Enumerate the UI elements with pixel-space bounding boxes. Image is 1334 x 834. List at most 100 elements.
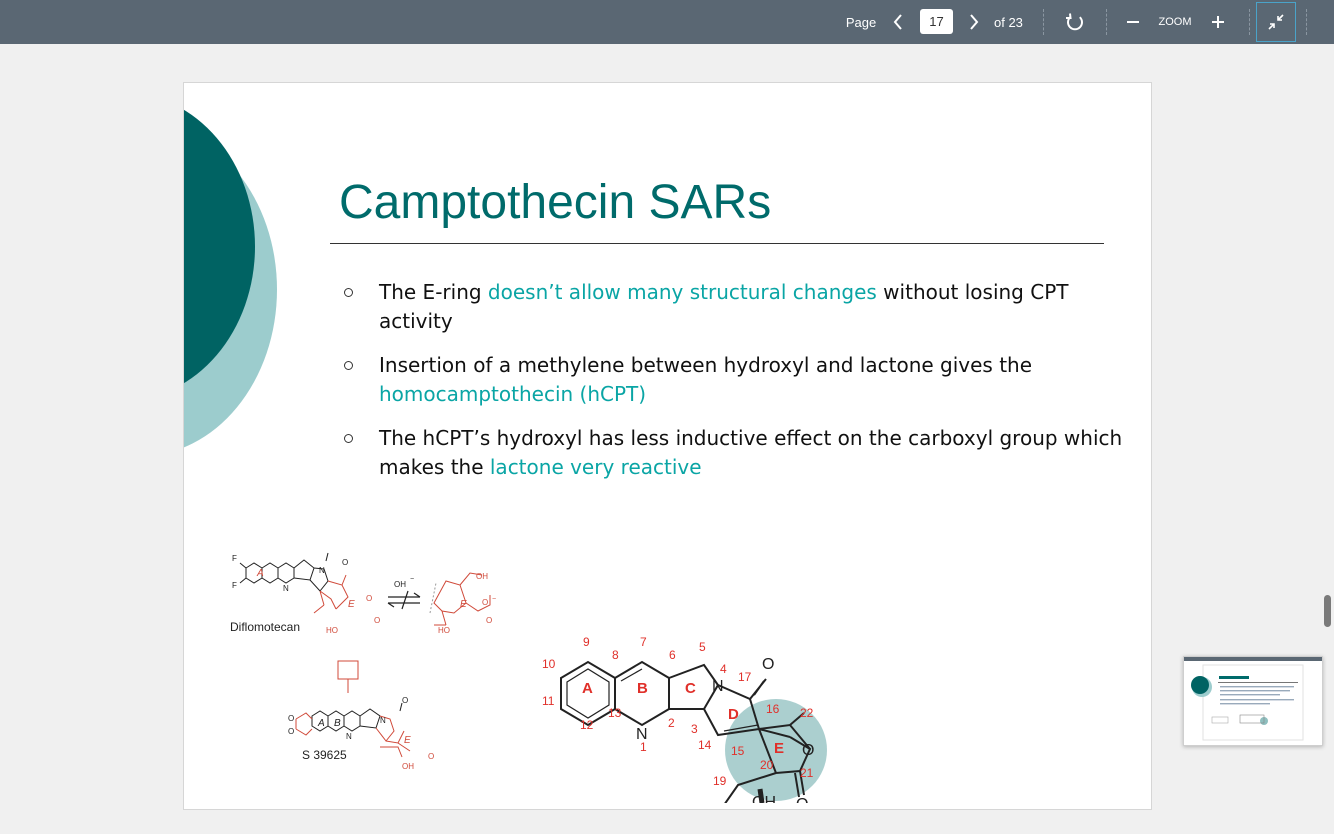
atom-O: O bbox=[482, 598, 488, 607]
zoom-in-button[interactable] bbox=[1206, 0, 1230, 44]
atom-F: F bbox=[232, 581, 237, 590]
bullet-item: The hCPT’s hydroxyl has less inductive e… bbox=[344, 424, 1139, 482]
minus-sign: − bbox=[410, 576, 414, 583]
s39625-structure bbox=[295, 660, 411, 758]
position-1: 1 bbox=[640, 740, 647, 754]
position-11: 11 bbox=[542, 694, 555, 708]
position-12: 12 bbox=[580, 718, 594, 732]
atom-O: O bbox=[342, 558, 348, 567]
position-8: 8 bbox=[612, 648, 619, 662]
ring-label-A: A bbox=[317, 718, 325, 729]
toolbar-divider bbox=[1043, 9, 1044, 35]
thumbnail-image bbox=[1184, 657, 1322, 741]
position-9: 9 bbox=[583, 635, 590, 649]
diflomotecan-structure bbox=[239, 552, 349, 614]
ring-label-D: D bbox=[728, 706, 739, 723]
position-6: 6 bbox=[669, 648, 676, 662]
atom-F: F bbox=[232, 554, 237, 563]
chevron-right-icon bbox=[970, 14, 979, 30]
toolbar-divider bbox=[1106, 9, 1107, 35]
toolbar-divider bbox=[1249, 9, 1250, 35]
atom-OH: OH bbox=[752, 794, 776, 803]
zoom-label: ZOOM bbox=[1158, 16, 1192, 28]
atom-O: O bbox=[486, 616, 492, 625]
structures-figure: F F A N N O E O O HO Diflomotecan OH − O… bbox=[230, 552, 827, 803]
toolbar-divider bbox=[1306, 9, 1307, 35]
page-label: Page bbox=[845, 14, 877, 30]
atom-O: O bbox=[762, 656, 774, 673]
bullet-highlight: homocamptothecin (hCPT) bbox=[379, 382, 647, 406]
atom-N: N bbox=[712, 678, 724, 695]
slide-page: Camptothecin SARs The E-ring doesn’t all… bbox=[184, 83, 1151, 809]
position-15: 15 bbox=[731, 744, 745, 758]
bullet-marker bbox=[344, 434, 353, 443]
atom-O: O bbox=[366, 594, 372, 603]
ring-label-B: B bbox=[334, 718, 341, 729]
ring-label-C: C bbox=[685, 680, 696, 697]
viewer-toolbar: Page of 23 ZOOM bbox=[0, 0, 1334, 44]
atom-N: N bbox=[346, 732, 352, 741]
position-13: 13 bbox=[608, 706, 622, 720]
plus-icon bbox=[1212, 16, 1224, 28]
rotate-button[interactable] bbox=[1062, 0, 1088, 44]
zoom-out-button[interactable] bbox=[1122, 0, 1144, 44]
ring-label-E: E bbox=[404, 735, 411, 746]
position-3: 3 bbox=[691, 722, 698, 736]
ring-label-E: E bbox=[460, 599, 467, 610]
atom-O: O bbox=[288, 727, 294, 736]
ring-label-E: E bbox=[774, 740, 784, 757]
bullet-marker bbox=[344, 361, 353, 370]
collapse-icon bbox=[1268, 14, 1284, 30]
position-22: 22 bbox=[800, 706, 814, 720]
atom-O: O bbox=[802, 742, 814, 759]
bullet-marker bbox=[344, 288, 353, 297]
equilibrium-arrows bbox=[387, 590, 421, 610]
minus-sign: − bbox=[492, 596, 496, 603]
bullet-highlight: doesn’t allow many structural changes bbox=[487, 280, 877, 304]
atom-O: O bbox=[402, 696, 408, 705]
bullet-item: Insertion of a methylene between hydroxy… bbox=[344, 351, 1139, 409]
exit-fullscreen-button[interactable] bbox=[1256, 2, 1296, 42]
previous-page-button[interactable] bbox=[886, 0, 910, 44]
atom-O: O bbox=[796, 796, 808, 803]
page-number-input[interactable] bbox=[920, 9, 953, 34]
ring-label-E: E bbox=[348, 599, 355, 610]
rotate-icon bbox=[1066, 13, 1083, 31]
slide-title: Camptothecin SARs bbox=[339, 176, 772, 229]
page-thumbnail-preview[interactable] bbox=[1183, 656, 1323, 746]
diflomotecan-label: Diflomotecan bbox=[230, 620, 300, 634]
atom-N: N bbox=[380, 716, 386, 725]
page-count-label: of 23 bbox=[994, 14, 1023, 30]
s39625-label: S 39625 bbox=[302, 748, 347, 762]
position-7: 7 bbox=[640, 635, 647, 649]
position-4: 4 bbox=[720, 662, 727, 676]
atom-O: O bbox=[288, 714, 294, 723]
bullet-text: Insertion of a methylene between hydroxy… bbox=[379, 353, 1033, 377]
next-page-button[interactable] bbox=[962, 0, 986, 44]
vertical-scrollbar[interactable] bbox=[1324, 595, 1331, 627]
position-19: 19 bbox=[713, 774, 727, 788]
ring-label-A: A bbox=[256, 568, 264, 579]
atom-OH-minus: OH bbox=[394, 580, 406, 589]
title-underline bbox=[330, 243, 1104, 244]
atom-OH: OH bbox=[476, 572, 488, 581]
position-2: 2 bbox=[668, 716, 675, 730]
position-5: 5 bbox=[699, 640, 706, 654]
atom-O: O bbox=[428, 752, 434, 761]
bullet-item: The E-ring doesn’t allow many structural… bbox=[344, 278, 1139, 336]
position-21: 21 bbox=[800, 766, 814, 780]
atom-HO: HO bbox=[326, 626, 338, 635]
atom-N: N bbox=[319, 566, 325, 575]
position-20: 20 bbox=[760, 758, 774, 772]
position-10: 10 bbox=[542, 657, 556, 671]
bullet-text: The E-ring bbox=[379, 280, 488, 304]
ring-label-A: A bbox=[582, 680, 593, 697]
position-17: 17 bbox=[738, 670, 752, 684]
atom-O: O bbox=[374, 616, 380, 625]
bullet-highlight: lactone very reactive bbox=[489, 455, 702, 479]
bullet-list: The E-ring doesn’t allow many structural… bbox=[344, 278, 1139, 497]
minus-icon bbox=[1127, 21, 1139, 23]
chevron-left-icon bbox=[893, 14, 902, 30]
position-14: 14 bbox=[698, 738, 712, 752]
position-16: 16 bbox=[766, 702, 780, 716]
